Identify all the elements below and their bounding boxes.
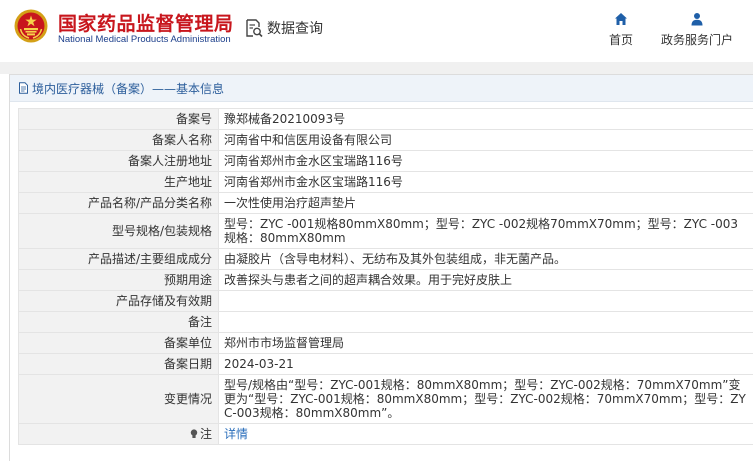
field-label: 产品描述/主要组成成分 <box>18 248 219 270</box>
field-label: 备案日期 <box>18 353 219 375</box>
table-row: 备案单位 郑州市市场监督管理局 <box>18 332 753 354</box>
field-label: 备注 <box>18 311 219 333</box>
field-value: 改善探头与患者之间的超声耦合效果。用于完好皮肤上 <box>218 269 753 291</box>
nav-home[interactable]: 首页 <box>581 12 661 48</box>
record-table: 备案号 豫郑械备20210093号 备案人名称 河南省中和信医用设备有限公司 备… <box>18 108 753 445</box>
details-link[interactable]: 详情 <box>224 427 248 441</box>
site-header: 国家药品监督管理局 National Medical Products Admi… <box>0 0 753 62</box>
field-value: 由凝胶片（含导电材料）、无纺布及其外包装组成，非无菌产品。 <box>218 248 753 270</box>
table-row: 变更情况 型号/规格由“型号：ZYC-001规格：80mmX80mm；型号：ZY… <box>18 374 753 424</box>
field-value: 郑州市市场监督管理局 <box>218 332 753 354</box>
field-value: 型号：ZYC -001规格80mmX80mm；型号：ZYC -002规格70mm… <box>218 213 753 249</box>
header-divider <box>0 62 753 74</box>
table-row: 预期用途 改善探头与患者之间的超声耦合效果。用于完好皮肤上 <box>18 269 753 291</box>
nav-home-label: 首页 <box>608 33 633 47</box>
field-value: 型号/规格由“型号：ZYC-001规格：80mmX80mm；型号：ZYC-002… <box>218 374 753 424</box>
field-label: 备案人注册地址 <box>18 150 219 172</box>
note-value-cell: 详情 <box>218 423 753 445</box>
field-value: 2024-03-21 <box>218 353 753 375</box>
field-value: 一次性使用治疗超声垫片 <box>218 192 753 214</box>
field-value <box>218 290 753 312</box>
nav-gov-service-portal-label: 政务服务门户 <box>660 33 733 47</box>
table-row: 备案号 豫郑械备20210093号 <box>18 108 753 130</box>
basic-info-panel: 境内医疗器械（备案）——基本信息 备案号 豫郑械备20210093号 备案人名称… <box>9 74 753 461</box>
panel-header: 境内医疗器械（备案）——基本信息 <box>10 75 753 102</box>
table-row: 备案日期 2024-03-21 <box>18 353 753 375</box>
data-query-label: 数据查询 <box>267 21 323 37</box>
field-label: 型号规格/包装规格 <box>18 213 219 249</box>
field-value: 河南省郑州市金水区宝瑞路116号 <box>218 150 753 172</box>
table-row: 备注 <box>18 311 753 333</box>
field-value <box>218 311 753 333</box>
table-row: 备案人注册地址 河南省郑州市金水区宝瑞路116号 <box>18 150 753 172</box>
document-search-icon <box>246 19 263 38</box>
field-label: 产品存储及有效期 <box>18 290 219 312</box>
national-emblem-logo <box>14 9 48 43</box>
field-label: 备案单位 <box>18 332 219 354</box>
lightbulb-icon <box>190 429 198 438</box>
table-row: 备案人名称 河南省中和信医用设备有限公司 <box>18 129 753 151</box>
note-label: 注 <box>199 427 212 441</box>
nav-gov-service-portal[interactable]: 政务服务门户 <box>657 12 737 48</box>
field-value: 河南省中和信医用设备有限公司 <box>218 129 753 151</box>
document-icon <box>19 82 28 94</box>
field-label: 备案号 <box>18 108 219 130</box>
panel-title: 境内医疗器械（备案）——基本信息 <box>32 81 225 96</box>
field-label: 预期用途 <box>18 269 219 291</box>
table-row: 注 详情 <box>18 423 753 445</box>
table-row: 生产地址 河南省郑州市金水区宝瑞路116号 <box>18 171 753 193</box>
table-row: 产品描述/主要组成成分 由凝胶片（含导电材料）、无纺布及其外包装组成，非无菌产品… <box>18 248 753 270</box>
field-label: 备案人名称 <box>18 129 219 151</box>
user-icon <box>691 13 703 26</box>
note-label-cell: 注 <box>18 423 219 445</box>
table-row: 产品存储及有效期 <box>18 290 753 312</box>
table-row: 型号规格/包装规格 型号：ZYC -001规格80mmX80mm；型号：ZYC … <box>18 213 753 249</box>
brand-name-en: National Medical Products Administration <box>58 34 231 45</box>
field-label: 生产地址 <box>18 171 219 193</box>
table-row: 产品名称/产品分类名称 一次性使用治疗超声垫片 <box>18 192 753 214</box>
field-label: 产品名称/产品分类名称 <box>18 192 219 214</box>
brand-name-cn: 国家药品监督管理局 <box>58 13 234 35</box>
data-query-link[interactable]: 数据查询 <box>244 17 323 39</box>
home-icon <box>615 13 627 25</box>
field-label: 变更情况 <box>18 374 219 424</box>
field-value: 豫郑械备20210093号 <box>218 108 753 130</box>
field-value: 河南省郑州市金水区宝瑞路116号 <box>218 171 753 193</box>
